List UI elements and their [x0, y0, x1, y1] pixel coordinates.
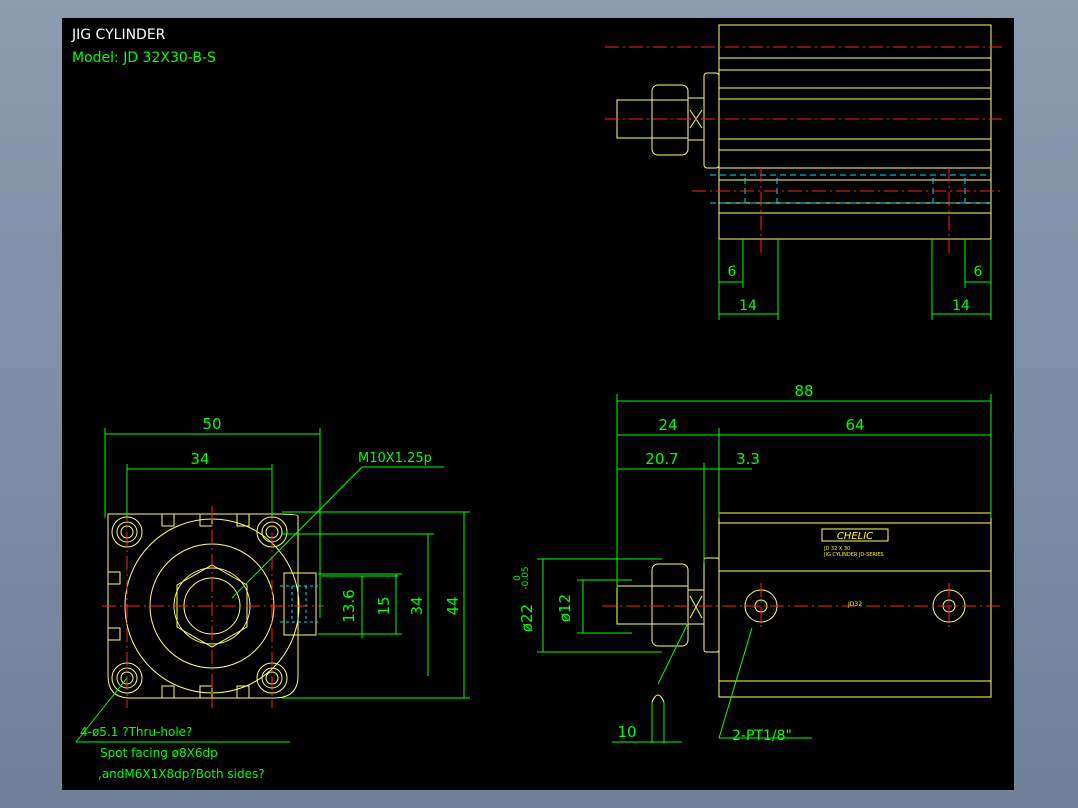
dim-6-left: 6 [728, 264, 737, 280]
note-thread: M10X1.25p [358, 451, 432, 466]
dim-34-vertical: 34 [408, 596, 426, 615]
dim-dia-22-tol-lower: -0.05 [521, 566, 531, 589]
note-holes-3: ,andM6X1X8dp?Both sides? [98, 767, 265, 781]
dim-14-left: 14 [739, 298, 757, 314]
top-view [605, 24, 1002, 320]
dim-50: 50 [202, 415, 221, 433]
dim-20-7: 20.7 [645, 450, 678, 468]
note-holes-2: Spot facing ø8X6dp [100, 746, 218, 760]
dim-10: 10 [617, 723, 636, 741]
dim-64: 64 [845, 416, 864, 434]
dim-dia-22: ø22 [518, 604, 536, 632]
dim-3-3: 3.3 [736, 450, 760, 468]
drawing-title: JIG CYLINDER [71, 27, 166, 43]
note-port: 2-PT1/8" [732, 728, 792, 744]
dim-15: 15 [375, 596, 393, 615]
body-engraving: JD32 [847, 601, 862, 608]
dim-44: 44 [444, 596, 462, 615]
dim-24: 24 [658, 416, 677, 434]
dim-6-right: 6 [974, 264, 983, 280]
side-view [537, 394, 1002, 743]
note-holes-1: 4-ø5.1 ?Thru-hole? [80, 725, 192, 739]
dim-34: 34 [190, 450, 209, 468]
dim-14-right: 14 [952, 298, 970, 314]
dim-dia-12: ø12 [556, 594, 574, 622]
drawing-canvas[interactable]: JIG CYLINDER Model: JD 32X30-B-S 6 6 14 … [62, 18, 1014, 790]
label-brand: CHELIC [837, 531, 873, 542]
top-hex-nut [651, 84, 689, 156]
dim-13-6: 13.6 [340, 589, 358, 622]
front-view [75, 428, 470, 743]
dim-88: 88 [794, 382, 813, 400]
drawing-model: Model: JD 32X30-B-S [72, 50, 216, 66]
label-line-2: JIG CYLINDER JD-SERIES [823, 552, 884, 558]
top-body-outline [718, 24, 992, 240]
drawing-svg: JIG CYLINDER Model: JD 32X30-B-S 6 6 14 … [71, 24, 1002, 781]
